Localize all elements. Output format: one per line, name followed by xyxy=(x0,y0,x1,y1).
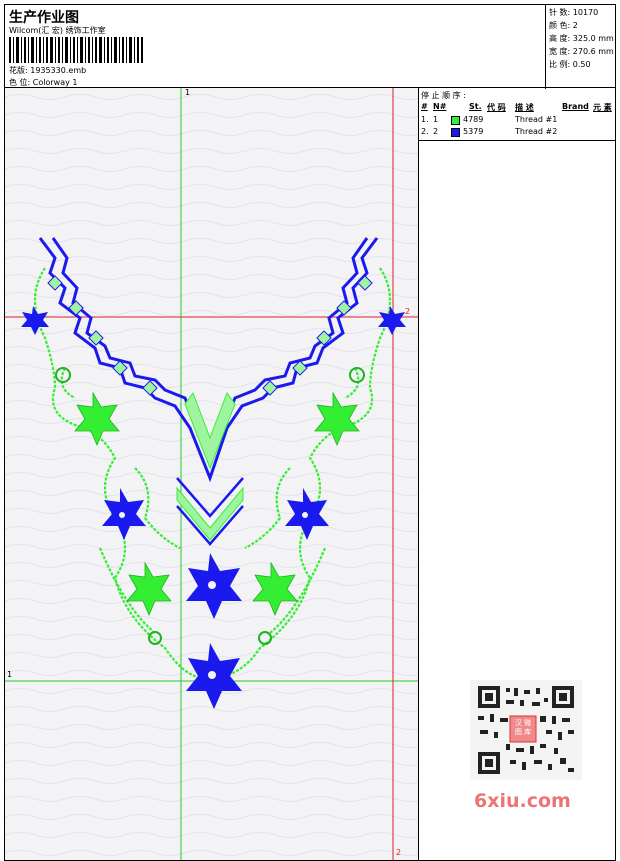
row-needle: 1 xyxy=(433,115,439,124)
col-brand: Brand xyxy=(562,102,589,111)
table-row[interactable]: 1. 1 4789 Thread #1 xyxy=(419,115,616,127)
thread-swatch xyxy=(451,116,460,125)
design-height: 高 度: 325.0 mm xyxy=(549,34,614,43)
design-scale: 比 例: 0.50 xyxy=(549,60,591,69)
col-needle: N# xyxy=(433,102,447,111)
table-row[interactable]: 2. 2 5379 Thread #2 xyxy=(419,127,616,139)
row-description: Thread #2 xyxy=(515,127,558,136)
row-code: 5379 xyxy=(463,127,484,136)
row-index: 1. xyxy=(421,115,429,124)
stop-sequence-title: 停 止 顺 序 : xyxy=(421,91,466,100)
design-file-name: 花版: 1935330.emb xyxy=(9,66,87,75)
col-stitch: St. xyxy=(469,102,482,111)
site-watermark: 6xiu.com xyxy=(474,790,571,812)
col-code: 代 码 xyxy=(487,103,506,112)
row-needle: 2 xyxy=(433,127,439,136)
guide-v1-label: 1 xyxy=(185,88,191,97)
row-description: Thread #1 xyxy=(515,115,558,124)
guide-v2-label: 2 xyxy=(396,848,402,857)
col-index: # xyxy=(421,102,428,111)
company-name: Wilcom(汇 宏) 绣饰工作室 xyxy=(9,26,106,35)
barcode-icon xyxy=(9,37,143,63)
stitch-count: 针 数: 10170 xyxy=(549,8,599,17)
panel-divider xyxy=(419,140,616,141)
col-description: 描 述 xyxy=(515,103,534,112)
guide-h2-label: 2 xyxy=(405,307,411,316)
seal-text: 汉 微 图 库 xyxy=(514,719,532,736)
design-preview[interactable]: 1 1 2 2 xyxy=(4,88,419,861)
row-index: 2. xyxy=(421,127,429,136)
col-element: 元 素 xyxy=(593,103,612,112)
color-count: 颜 色: 2 xyxy=(549,21,578,30)
row-code: 4789 xyxy=(463,115,484,124)
design-width: 宽 度: 270.6 mm xyxy=(549,47,614,56)
stats-panel: 针 数: 10170 颜 色: 2 高 度: 325.0 mm 宽 度: 270… xyxy=(545,5,618,89)
thread-swatch xyxy=(451,128,460,137)
header-panel: 生产作业图 Wilcom(汇 宏) 绣饰工作室 花版: 1935330.emb … xyxy=(4,4,618,89)
embroidery-canvas xyxy=(5,88,418,860)
page-title: 生产作业图 xyxy=(9,10,79,26)
colorway-label: 色 位: Colorway 1 xyxy=(9,78,78,87)
guide-h1-label: 1 xyxy=(7,670,13,679)
